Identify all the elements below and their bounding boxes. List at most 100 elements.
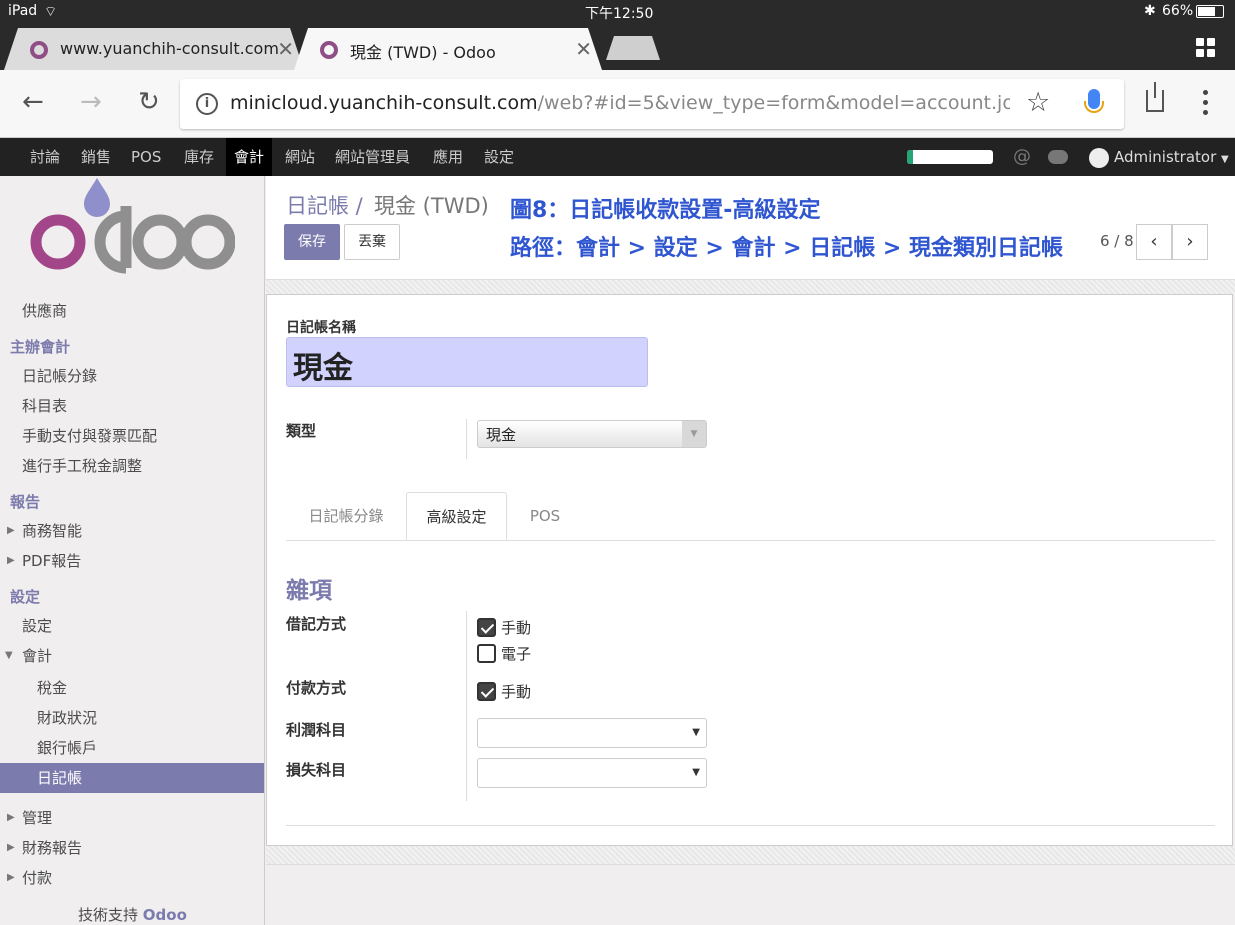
sheet-divider [286, 825, 1215, 826]
topmenu-accounting[interactable]: 會計 [226, 138, 273, 176]
sidebar-item-vendors[interactable]: 供應商 [0, 296, 264, 326]
debit-manual-label: 手動 [501, 619, 532, 637]
sidebar-item-bank-accounts[interactable]: 銀行帳戶 [0, 733, 264, 763]
avatar[interactable] [1089, 148, 1109, 168]
wifi-icon: ⌔ [44, 4, 58, 20]
powered-by-text: 技術支持 [78, 906, 139, 924]
close-icon[interactable]: ✕ [277, 37, 294, 61]
sidebar-item-financial-reports[interactable]: ▶ 財務報告 [0, 833, 264, 863]
info-icon[interactable]: i [196, 93, 218, 115]
topmenu-inventory[interactable]: 庫存 [176, 138, 222, 176]
sidebar-item-accounting[interactable]: ▼ 會計 [0, 641, 264, 671]
mic-icon[interactable] [1084, 89, 1104, 113]
profit-account-select[interactable]: ▼ [477, 718, 707, 748]
tab-switcher-icon[interactable] [1196, 38, 1216, 58]
discard-button[interactable]: 丟棄 [344, 224, 400, 260]
more-vert-icon[interactable] [1203, 90, 1209, 118]
sidebar-item-payments[interactable]: ▶ 付款 [0, 863, 264, 893]
odoo-favicon-icon [30, 41, 48, 59]
pager-value: 6 / 8 [1100, 232, 1134, 250]
sidebar-item-label: 付款 [22, 869, 53, 887]
caret-down-icon: ▼ [1221, 154, 1229, 165]
tab-pos[interactable]: POS [507, 492, 583, 540]
loading-progress-bar [907, 150, 993, 164]
chatter-separator [266, 846, 1235, 864]
chevron-down-icon: ▼ [692, 767, 700, 778]
tab-journal-entries[interactable]: 日記帳分錄 [286, 492, 406, 540]
mention-icon[interactable]: @ [1013, 146, 1031, 167]
debit-electronic-label: 電子 [501, 645, 532, 663]
save-button[interactable]: 保存 [284, 224, 340, 260]
user-menu[interactable]: Administrator ▼ [1114, 138, 1229, 179]
sidebar: 供應商 主辦會計 日記帳分錄 科目表 手動支付與發票匹配 進行手工稅金調整 報告… [0, 176, 265, 925]
close-icon[interactable]: ✕ [575, 37, 592, 61]
type-select-value: 現金 [486, 426, 517, 444]
loss-account-label: 損失科目 [286, 761, 347, 779]
sidebar-item-journals[interactable]: 日記帳 [0, 763, 264, 793]
browser-tab-2[interactable]: 現金 (TWD) - Odoo ✕ [294, 28, 602, 70]
type-select[interactable]: 現金 ▼ [477, 420, 707, 448]
powered-by[interactable]: 技術支持 Odoo [78, 904, 187, 925]
topmenu-website-admin[interactable]: 網站管理員 [327, 138, 418, 176]
tab-advanced-settings[interactable]: 高級設定 [406, 492, 507, 540]
caret-down-icon: ▼ [5, 650, 13, 661]
share-icon[interactable] [1146, 82, 1164, 112]
payment-manual-checkbox[interactable] [477, 682, 496, 701]
star-icon[interactable]: ☆ [1026, 87, 1050, 118]
sidebar-item-bi[interactable]: ▶ 商務智能 [0, 516, 264, 546]
tab-title: 現金 (TWD) - Odoo [350, 43, 496, 62]
pager-next-button[interactable]: › [1172, 224, 1208, 260]
chat-icon[interactable] [1048, 150, 1068, 164]
odoo-top-menu: 討論 銷售 POS 庫存 會計 網站 網站管理員 應用 設定 @ Adminis… [0, 138, 1235, 176]
sidebar-item-settings[interactable]: 設定 [0, 611, 264, 641]
pager-previous-button[interactable]: ‹ [1136, 224, 1172, 260]
sidebar-item-label: 會計 [22, 647, 53, 665]
battery-icon [1196, 5, 1224, 18]
breadcrumb-parent[interactable]: 日記帳 / [286, 190, 363, 220]
debit-electronic-checkbox[interactable] [477, 644, 496, 663]
type-label: 類型 [286, 422, 317, 440]
debit-manual-checkbox[interactable] [477, 618, 496, 637]
clock: 下午12:50 [585, 6, 654, 22]
sidebar-item-management[interactable]: ▶ 管理 [0, 803, 264, 833]
browser-toolbar: ← → ↻ i minicloud.yuanchih-consult.com/w… [0, 70, 1235, 138]
status-bar: iPad ⌔ 下午12:50 ✱ 66% [0, 0, 1235, 24]
user-name: Administrator [1114, 148, 1217, 166]
sidebar-item-journal-entries[interactable]: 日記帳分錄 [0, 361, 264, 391]
chevron-left-icon: ‹ [1150, 231, 1158, 252]
odoo-logo [30, 178, 235, 274]
url-host: minicloud.yuanchih-consult.com [230, 92, 538, 114]
sidebar-item-chart-of-accounts[interactable]: 科目表 [0, 391, 264, 421]
bluetooth-icon: ✱ [1144, 3, 1156, 19]
sidebar-item-taxes[interactable]: 稅金 [0, 673, 264, 703]
topmenu-discuss[interactable]: 討論 [22, 138, 68, 176]
breadcrumb-current: 現金 (TWD) [374, 194, 489, 218]
topmenu-website[interactable]: 網站 [277, 138, 323, 176]
caret-right-icon: ▶ [7, 842, 15, 853]
sidebar-item-tax-adjustments[interactable]: 進行手工稅金調整 [0, 451, 264, 481]
sidebar-item-label: 管理 [22, 809, 53, 827]
topmenu-pos[interactable]: POS [123, 138, 169, 176]
journal-name-field[interactable]: 現金 [286, 337, 648, 387]
url-text[interactable]: minicloud.yuanchih-consult.com/web?#id=5… [230, 92, 1010, 114]
sidebar-item-label: 財務報告 [22, 839, 83, 857]
annotation-path: 路徑：會計 > 設定 > 會計 > 日記帳 > 現金類別日記帳 [510, 236, 1064, 261]
topmenu-apps[interactable]: 應用 [425, 138, 471, 176]
field-divider [466, 419, 467, 459]
address-bar[interactable]: i minicloud.yuanchih-consult.com/web?#id… [180, 79, 1124, 129]
forward-arrow-icon[interactable]: → [80, 87, 102, 117]
sidebar-item-fiscal-positions[interactable]: 財政狀況 [0, 703, 264, 733]
new-tab-button[interactable] [606, 36, 660, 60]
group-title: 雜項 [286, 578, 332, 604]
loss-account-select[interactable]: ▼ [477, 758, 707, 788]
debit-method-label: 借記方式 [286, 615, 347, 633]
browser-tab-1[interactable]: www.yuanchih-consult.com ✕ [4, 28, 304, 70]
chevron-down-icon: ▼ [682, 421, 706, 447]
sidebar-item-reconciliation[interactable]: 手動支付與發票匹配 [0, 421, 264, 451]
reload-icon[interactable]: ↻ [138, 87, 160, 117]
back-arrow-icon[interactable]: ← [22, 87, 44, 117]
sidebar-item-pdf-reports[interactable]: ▶ PDF報告 [0, 546, 264, 576]
sidebar-header-adviser: 主辦會計 [10, 338, 71, 356]
topmenu-sales[interactable]: 銷售 [73, 138, 119, 176]
topmenu-settings[interactable]: 設定 [476, 138, 522, 176]
